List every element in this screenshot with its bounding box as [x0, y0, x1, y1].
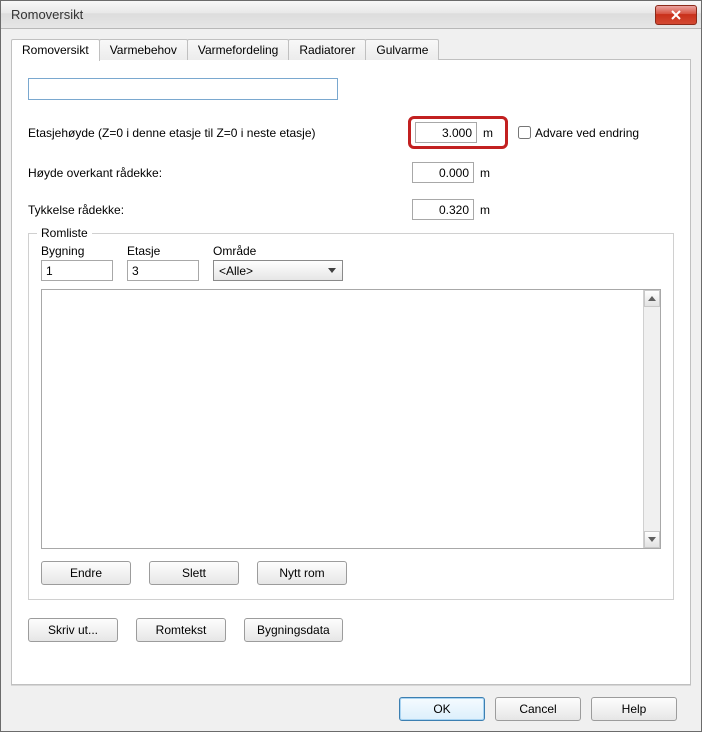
- filters-row: Bygning Etasje Område <Alle>: [41, 244, 661, 281]
- chevron-down-icon: [323, 262, 340, 279]
- omrade-value: <Alle>: [219, 264, 323, 278]
- omrade-col: Område <Alle>: [213, 244, 343, 281]
- etasjehoyde-label: Etasjehøyde (Z=0 i denne etasje til Z=0 …: [28, 126, 408, 140]
- romtekst-button[interactable]: Romtekst: [136, 618, 226, 642]
- tabs-row: Romoversikt Varmebehov Varmefordeling Ra…: [11, 39, 438, 61]
- tab-gulvarme[interactable]: Gulvarme: [365, 39, 439, 60]
- dialog-window: Romoversikt Romoversikt Varmebehov Varme…: [0, 0, 702, 732]
- hoyde-input[interactable]: [412, 162, 474, 183]
- window-title: Romoversikt: [11, 7, 655, 22]
- endre-button[interactable]: Endre: [41, 561, 131, 585]
- help-button[interactable]: Help: [591, 697, 677, 721]
- tab-varmebehov[interactable]: Varmebehov: [99, 39, 188, 60]
- bygningsdata-button[interactable]: Bygningsdata: [244, 618, 343, 642]
- etasjehoyde-input[interactable]: [415, 122, 477, 143]
- cancel-button[interactable]: Cancel: [495, 697, 581, 721]
- nytt-rom-button[interactable]: Nytt rom: [257, 561, 347, 585]
- bygning-label: Bygning: [41, 244, 113, 258]
- romliste-buttons: Endre Slett Nytt rom: [41, 561, 661, 585]
- etasjehoyde-unit: m: [477, 126, 501, 140]
- chevron-down-icon: [648, 537, 656, 542]
- romliste-listbox[interactable]: [41, 289, 661, 549]
- omrade-label: Område: [213, 244, 343, 258]
- etasje-label: Etasje: [127, 244, 199, 258]
- tykkelse-unit: m: [474, 203, 498, 217]
- romliste-fieldset: Romliste Bygning Etasje Område: [28, 233, 674, 600]
- bygning-input[interactable]: [41, 260, 113, 281]
- top-text-input[interactable]: [28, 78, 338, 100]
- advare-checkbox[interactable]: [518, 126, 531, 139]
- advare-label: Advare ved endring: [535, 126, 639, 140]
- dialog-body: Romoversikt Varmebehov Varmefordeling Ra…: [1, 29, 701, 731]
- bottom-buttons: Skriv ut... Romtekst Bygningsdata: [28, 618, 674, 642]
- bygning-col: Bygning: [41, 244, 113, 281]
- skriv-ut-button[interactable]: Skriv ut...: [28, 618, 118, 642]
- scroll-up-button[interactable]: [644, 290, 660, 307]
- tab-varmefordeling[interactable]: Varmefordeling: [187, 39, 289, 60]
- etasjehoyde-highlight: m: [408, 116, 508, 149]
- scroll-down-button[interactable]: [644, 531, 660, 548]
- romliste-legend: Romliste: [37, 226, 92, 240]
- row-hoyde: Høyde overkant rådekke: m: [28, 159, 674, 186]
- etasje-input[interactable]: [127, 260, 199, 281]
- tab-romoversikt[interactable]: Romoversikt: [11, 39, 100, 61]
- row-tykkelse: Tykkelse rådekke: m: [28, 196, 674, 223]
- tykkelse-label: Tykkelse rådekke:: [28, 203, 408, 217]
- close-button[interactable]: [655, 5, 697, 25]
- row-etasjehoyde: Etasjehøyde (Z=0 i denne etasje til Z=0 …: [28, 116, 674, 149]
- titlebar: Romoversikt: [1, 1, 701, 29]
- tab-frame: Romoversikt Varmebehov Varmefordeling Ra…: [11, 59, 691, 685]
- advare-wrap: Advare ved endring: [518, 126, 639, 140]
- close-icon: [670, 10, 682, 20]
- slett-button[interactable]: Slett: [149, 561, 239, 585]
- etasje-col: Etasje: [127, 244, 199, 281]
- scroll-track[interactable]: [644, 307, 660, 531]
- scrollbar[interactable]: [643, 290, 660, 548]
- tykkelse-input[interactable]: [412, 199, 474, 220]
- dialog-footer: OK Cancel Help: [11, 685, 691, 731]
- hoyde-unit: m: [474, 166, 498, 180]
- chevron-up-icon: [648, 296, 656, 301]
- hoyde-label: Høyde overkant rådekke:: [28, 166, 408, 180]
- ok-button[interactable]: OK: [399, 697, 485, 721]
- tab-radiatorer[interactable]: Radiatorer: [288, 39, 366, 60]
- omrade-combo[interactable]: <Alle>: [213, 260, 343, 281]
- tab-content: Etasjehøyde (Z=0 i denne etasje til Z=0 …: [12, 60, 690, 684]
